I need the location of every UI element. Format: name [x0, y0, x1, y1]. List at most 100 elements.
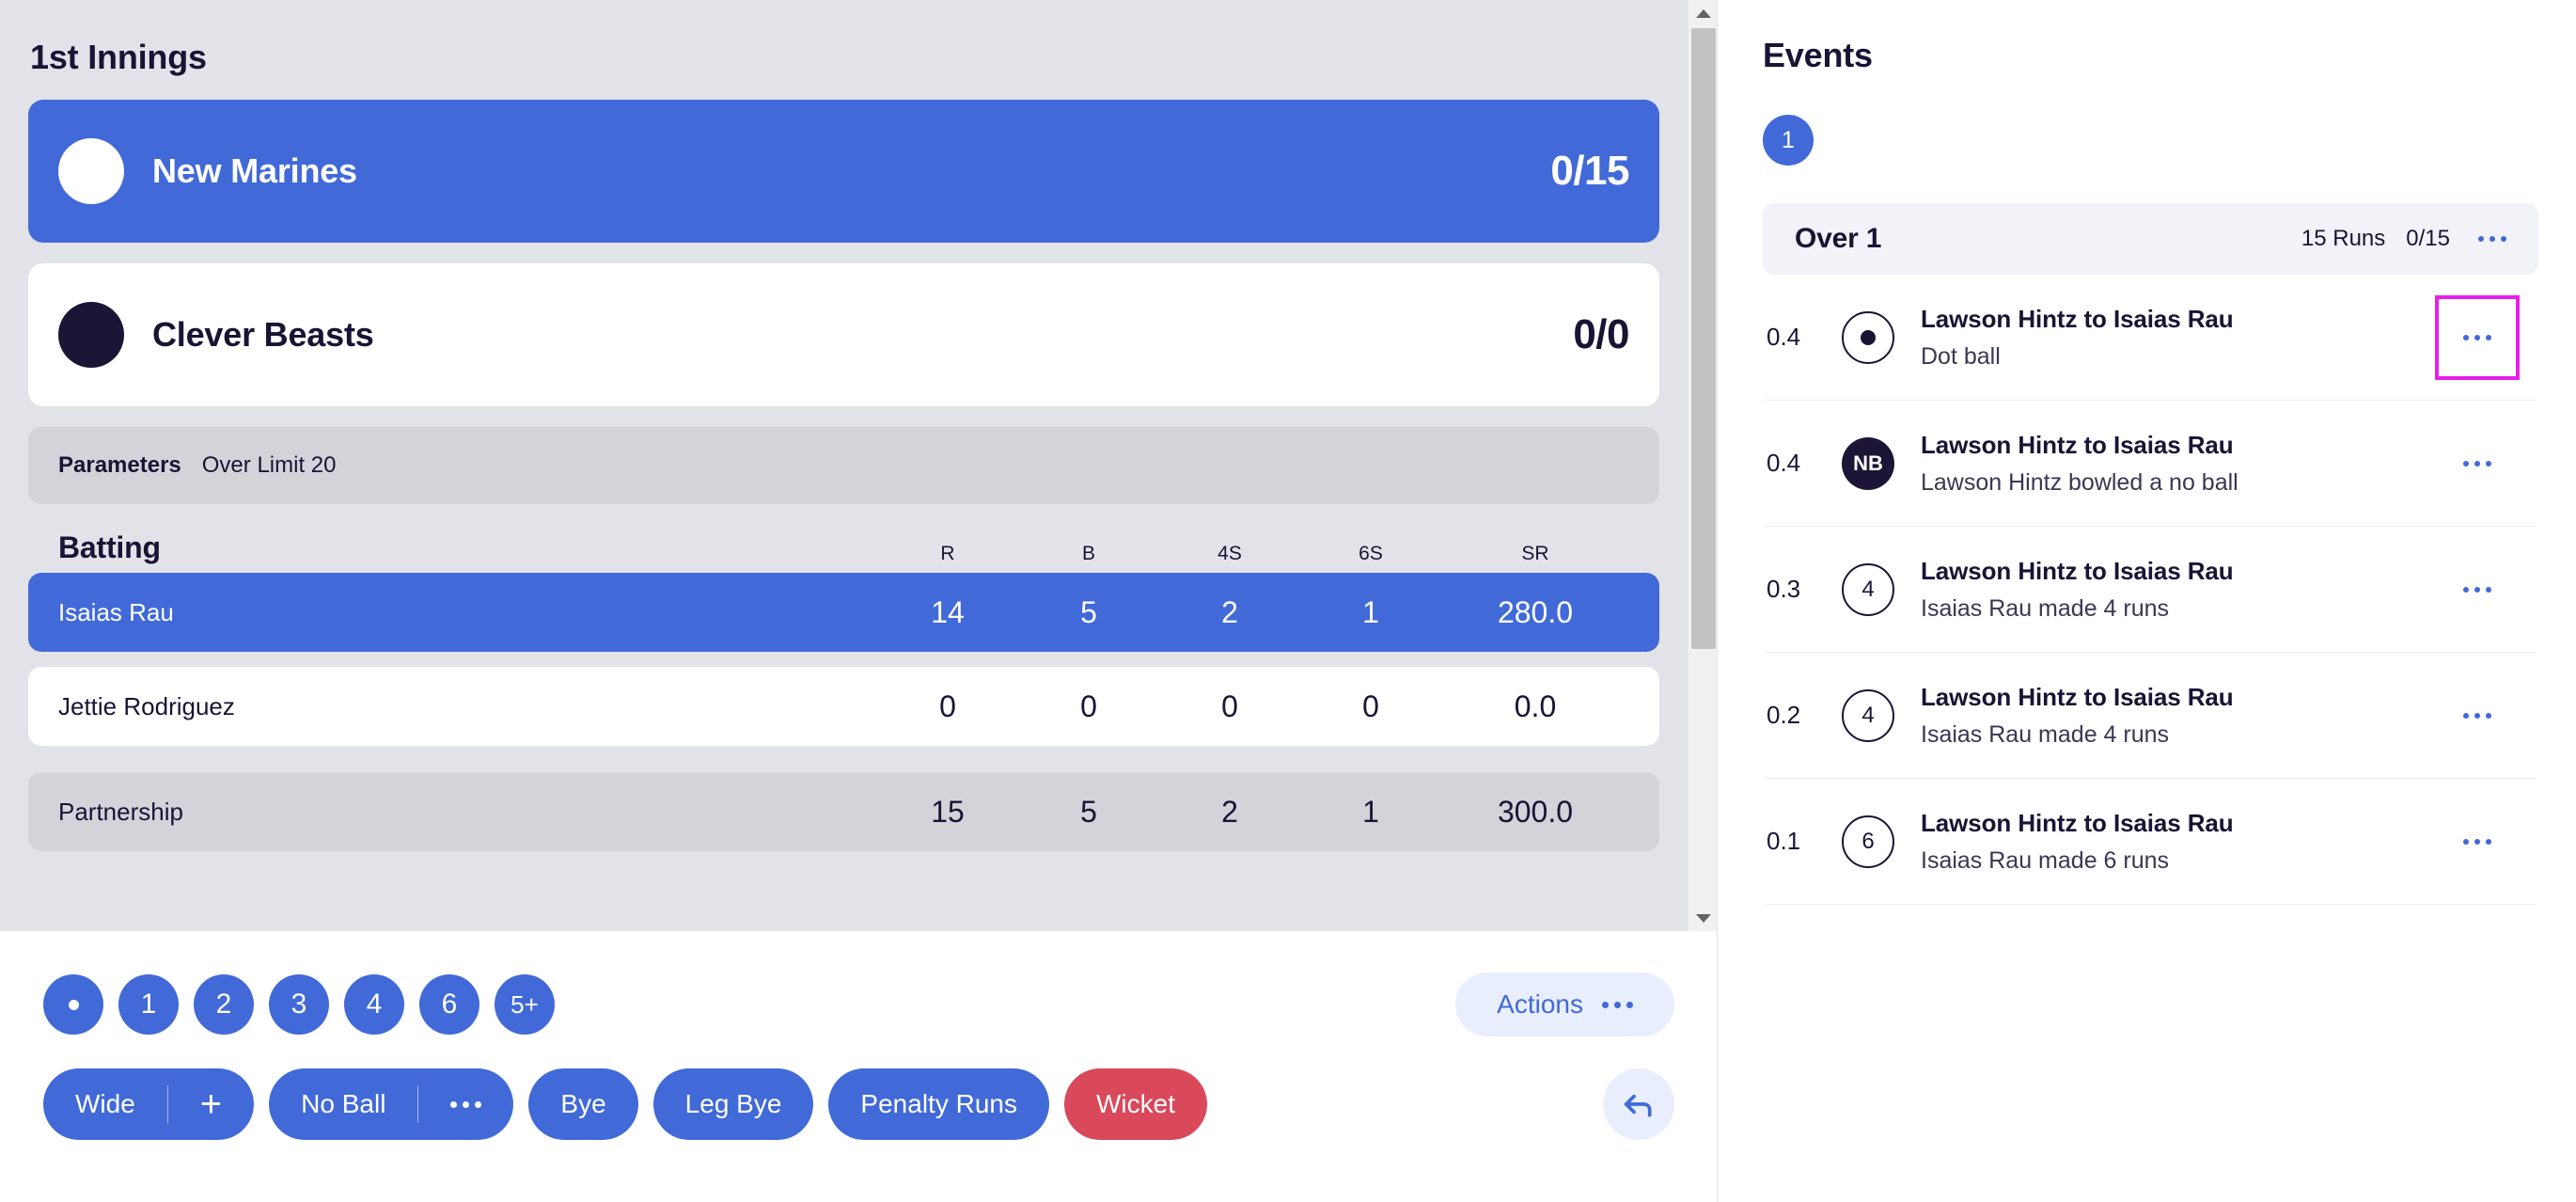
events-panel: Events 1 Over 1 15 Runs 0/15 0.4 [1718, 0, 2576, 1202]
event-title: Lawson Hintz to Isaias Rau [1921, 557, 2448, 586]
column-header-4s: 4S [1159, 543, 1300, 565]
over-tabs: 1 [1763, 115, 2538, 166]
run-button-5plus[interactable]: 5+ [495, 974, 555, 1035]
list-item[interactable]: 0.2 4 Lawson Hintz to Isaias Rau Isaias … [1765, 653, 2537, 779]
event-badge-runs: 4 [1842, 563, 1894, 616]
no-ball-button[interactable]: No Ball [269, 1068, 513, 1140]
wide-button[interactable]: Wide + [43, 1068, 254, 1140]
batter-fours: 0 [1159, 689, 1300, 724]
partnership-runs: 15 [877, 795, 1018, 830]
column-header-b: B [1018, 543, 1159, 565]
parameters-value: Over Limit 20 [202, 452, 337, 479]
event-title: Lawson Hintz to Isaias Rau [1921, 431, 2448, 460]
wide-add-button[interactable]: + [168, 1068, 254, 1140]
batting-title: Batting [58, 530, 877, 565]
ellipsis-icon [2463, 587, 2491, 593]
ellipsis-icon [2463, 839, 2491, 845]
extras-buttons-row: Wide + No Ball Bye Leg Bye Penalty Runs [43, 1068, 1674, 1140]
over-tab-1[interactable]: 1 [1763, 115, 1814, 166]
cricket-scoring-app: 1st Innings New Marines 0/15 Clever Beas… [0, 0, 2576, 1202]
partnership-fours: 2 [1159, 795, 1300, 830]
over-menu-button[interactable] [2478, 236, 2506, 242]
leg-bye-button[interactable]: Leg Bye [653, 1068, 814, 1140]
batter-runs: 14 [877, 595, 1018, 630]
team-logo-dark-icon [58, 302, 124, 368]
event-over-number: 0.1 [1767, 827, 1821, 856]
over-card: Over 1 15 Runs 0/15 0.4 Lawson Hintz to … [1763, 203, 2538, 905]
batter-fours: 2 [1159, 595, 1300, 630]
run-button-4[interactable]: 4 [344, 974, 404, 1035]
scrollbar-thumb[interactable] [1691, 28, 1716, 649]
batter-sixes: 0 [1300, 689, 1441, 724]
wicket-button[interactable]: Wicket [1064, 1068, 1207, 1140]
parameters-label: Parameters [58, 452, 181, 479]
list-item[interactable]: 0.4 NB Lawson Hintz to Isaias Rau Lawson… [1765, 401, 2537, 527]
team-card-batting[interactable]: New Marines 0/15 [28, 100, 1659, 243]
run-button-dot[interactable] [43, 974, 103, 1035]
vertical-scrollbar[interactable] [1688, 0, 1718, 931]
no-ball-label: No Ball [269, 1068, 417, 1140]
event-badge-no-ball: NB [1842, 437, 1894, 490]
event-title: Lawson Hintz to Isaias Rau [1921, 683, 2448, 712]
events-title: Events [1763, 36, 2538, 75]
run-button-6[interactable]: 6 [419, 974, 479, 1035]
list-item[interactable]: 0.1 6 Lawson Hintz to Isaias Rau Isaias … [1765, 779, 2537, 905]
dot-ball-icon [1861, 330, 1876, 345]
ellipsis-icon [2463, 461, 2491, 467]
scorecard-panel: 1st Innings New Marines 0/15 Clever Beas… [0, 0, 1718, 1202]
column-header-sr: SR [1441, 543, 1629, 565]
team-card-bowling[interactable]: Clever Beasts 0/0 [28, 263, 1659, 406]
partnership-strike-rate: 300.0 [1441, 795, 1629, 830]
over-label: Over 1 [1795, 223, 1881, 255]
event-menu-button[interactable] [2448, 308, 2506, 367]
run-button-3[interactable]: 3 [269, 974, 329, 1035]
bye-button[interactable]: Bye [528, 1068, 637, 1140]
event-badge-runs: 4 [1842, 689, 1894, 742]
event-text: Lawson Hintz to Isaias Rau Isaias Rau ma… [1921, 557, 2448, 623]
penalty-runs-button[interactable]: Penalty Runs [828, 1068, 1049, 1140]
event-text: Lawson Hintz to Isaias Rau Isaias Rau ma… [1921, 809, 2448, 875]
event-menu-button[interactable] [2448, 813, 2506, 871]
event-title: Lawson Hintz to Isaias Rau [1921, 809, 2448, 838]
team-name: Clever Beasts [152, 315, 374, 355]
partnership-sixes: 1 [1300, 795, 1441, 830]
event-description: Isaias Rau made 6 runs [1921, 847, 2448, 875]
scroll-down-arrow-icon[interactable] [1689, 905, 1719, 931]
event-menu-button[interactable] [2448, 561, 2506, 619]
table-row-partnership: Partnership 15 5 2 1 300.0 [28, 772, 1659, 851]
over-score: 0/15 [2406, 226, 2450, 252]
event-text: Lawson Hintz to Isaias Rau Dot ball [1921, 305, 2448, 371]
event-badge-runs: 6 [1842, 815, 1894, 868]
wide-label: Wide [43, 1068, 167, 1140]
event-over-number: 0.2 [1767, 701, 1821, 730]
table-row[interactable]: Jettie Rodriguez 0 0 0 0 0.0 [28, 667, 1659, 746]
scroll-up-arrow-icon[interactable] [1689, 0, 1719, 26]
undo-button[interactable] [1603, 1068, 1674, 1140]
event-menu-button[interactable] [2448, 435, 2506, 493]
team-score: 0/15 [1550, 148, 1629, 195]
column-header-6s: 6S [1300, 543, 1441, 565]
actions-label: Actions [1497, 989, 1583, 1020]
no-ball-options-button[interactable] [418, 1068, 513, 1140]
table-spacer [28, 761, 1659, 772]
over-runs: 15 Runs [2301, 226, 2385, 252]
ellipsis-icon [1602, 1002, 1633, 1008]
actions-button[interactable]: Actions [1455, 973, 1674, 1036]
list-item[interactable]: 0.4 Lawson Hintz to Isaias Rau Dot ball [1765, 275, 2537, 401]
event-menu-button[interactable] [2448, 687, 2506, 745]
batter-strike-rate: 280.0 [1441, 595, 1629, 630]
run-button-1[interactable]: 1 [118, 974, 179, 1035]
event-description: Isaias Rau made 4 runs [1921, 595, 2448, 623]
batter-strike-rate: 0.0 [1441, 689, 1629, 724]
event-over-number: 0.4 [1767, 323, 1821, 352]
table-row[interactable]: Isaias Rau 14 5 2 1 280.0 [28, 573, 1659, 652]
batter-balls: 5 [1018, 595, 1159, 630]
event-description: Lawson Hintz bowled a no ball [1921, 469, 2448, 497]
event-text: Lawson Hintz to Isaias Rau Lawson Hintz … [1921, 431, 2448, 497]
team-score: 0/0 [1573, 311, 1629, 358]
batter-sixes: 1 [1300, 595, 1441, 630]
batting-table-header: Batting R B 4S 6S SR [28, 530, 1659, 573]
run-button-2[interactable]: 2 [194, 974, 254, 1035]
list-item[interactable]: 0.3 4 Lawson Hintz to Isaias Rau Isaias … [1765, 527, 2537, 653]
run-buttons-row: 1 2 3 4 6 5+ Actions [43, 973, 1674, 1036]
